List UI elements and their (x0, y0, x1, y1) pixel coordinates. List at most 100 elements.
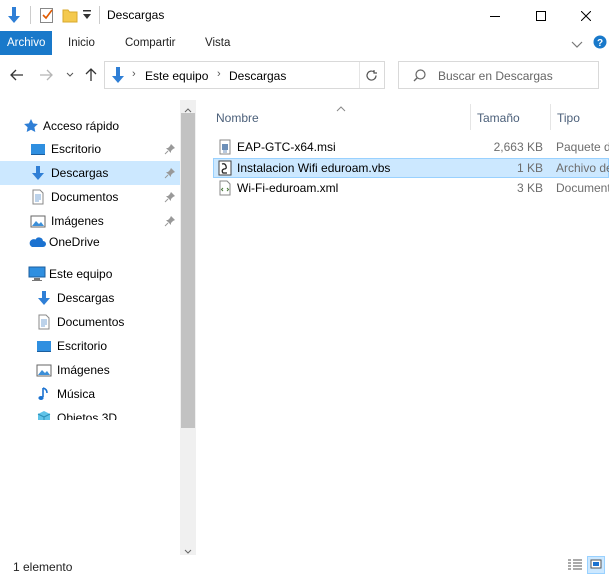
nav-quick-escritorio[interactable]: Escritorio (0, 137, 180, 161)
pin-icon[interactable] (164, 191, 176, 203)
file-name: Wi-Fi-eduroam.xml (237, 181, 339, 195)
expand-ribbon-icon[interactable] (571, 38, 583, 52)
svg-text:?: ? (597, 38, 603, 49)
separator (99, 6, 100, 24)
nav-label: Escritorio (51, 142, 102, 156)
column-header-nombre[interactable]: Nombre (216, 104, 466, 130)
nav-quick-documentos[interactable]: Documentos (0, 185, 180, 209)
navigation-pane: Acceso rápido Escritorio Descargas Docum… (0, 96, 196, 555)
tab-vista[interactable]: Vista (197, 31, 238, 55)
forward-arrow-icon (40, 69, 53, 81)
forward-button[interactable] (38, 67, 54, 83)
nav-quick-descargas[interactable]: Descargas (0, 161, 180, 185)
nav-label: Descargas (51, 166, 109, 180)
file-size: 3 KB (516, 181, 543, 195)
back-arrow-icon (10, 69, 23, 81)
tab-inicio[interactable]: Inicio (60, 31, 103, 55)
file-size: 2,663 KB (493, 140, 543, 154)
new-folder-icon[interactable] (62, 6, 78, 27)
column-divider[interactable] (470, 104, 471, 130)
pictures-icon (30, 213, 46, 229)
refresh-icon (366, 69, 377, 81)
nav-pc-documentos[interactable]: Documentos (0, 310, 180, 334)
search-box[interactable]: Buscar en Descargas (398, 61, 599, 89)
nav-pc-musica[interactable]: Música (0, 382, 180, 406)
nav-label: Imágenes (51, 214, 104, 228)
tab-archivo[interactable]: Archivo (0, 31, 53, 55)
status-bar: 1 elemento (0, 556, 609, 578)
nav-pc-objetos-3d[interactable]: Objetos 3D (0, 406, 180, 420)
minimize-icon (490, 15, 500, 17)
nav-este-equipo[interactable]: Este equipo (0, 262, 180, 286)
download-arrow-icon[interactable] (6, 6, 22, 27)
file-row[interactable]: Wi-Fi-eduroam.xml 3 KB Documento (213, 178, 609, 198)
tab-compartir[interactable]: Compartir (117, 31, 183, 55)
breadcrumb-chevron-icon: › (132, 68, 136, 80)
maximize-button[interactable] (518, 0, 564, 31)
nav-label: Descargas (57, 291, 115, 305)
customize-toolbar-icon[interactable] (82, 9, 92, 24)
desktop-icon (30, 141, 46, 157)
search-placeholder: Buscar en Descargas (438, 69, 553, 83)
nav-pc-imagenes[interactable]: Imágenes (0, 358, 180, 382)
nav-label: OneDrive (49, 235, 100, 249)
recent-locations-button[interactable] (62, 67, 78, 83)
column-divider[interactable] (550, 104, 551, 130)
file-row[interactable]: EAP-GTC-x64.msi 2,663 KB Paquete de (213, 137, 609, 157)
chevron-down-icon (66, 72, 74, 77)
nav-label: Escritorio (57, 339, 108, 353)
downloads-folder-icon (110, 66, 126, 87)
pin-icon[interactable] (164, 143, 176, 155)
column-label: Tamaño (477, 111, 520, 125)
star-icon (23, 118, 39, 134)
ribbon-tabs: Archivo Inicio Compartir Vista ? (0, 31, 609, 55)
column-label: Nombre (216, 111, 259, 125)
pin-icon[interactable] (164, 215, 176, 227)
file-size: 1 KB (516, 161, 543, 175)
address-bar[interactable]: › Este equipo › Descargas (104, 61, 451, 89)
window-title: Descargas (107, 8, 165, 22)
scrollbar-thumb[interactable] (181, 113, 195, 428)
breadcrumb-descargas[interactable]: Descargas (229, 69, 286, 83)
close-button[interactable] (563, 0, 609, 31)
navigation-scrollbar[interactable] (180, 100, 196, 555)
nav-label: Objetos 3D (57, 411, 118, 420)
nav-acceso-rapido[interactable]: Acceso rápido (0, 114, 180, 138)
cloud-icon (28, 234, 46, 250)
up-button[interactable] (83, 67, 99, 83)
large-icons-view-button[interactable] (587, 556, 605, 574)
nav-label: Acceso rápido (43, 119, 120, 133)
separator (30, 6, 31, 24)
close-icon (581, 10, 591, 21)
pictures-icon (36, 362, 52, 378)
details-view-button[interactable] (566, 556, 584, 574)
nav-pc-escritorio[interactable]: Escritorio (0, 334, 180, 358)
xml-file-icon (217, 180, 233, 196)
file-row-selected[interactable]: Instalacion Wifi eduroam.vbs 1 KB Archiv… (213, 158, 609, 178)
properties-icon[interactable] (39, 6, 55, 27)
search-icon (413, 69, 426, 85)
file-type: Archivo de (556, 161, 609, 175)
column-header-tamano[interactable]: Tamaño (477, 104, 549, 130)
column-label: Tipo (557, 111, 580, 125)
breadcrumb-este-equipo[interactable]: Este equipo (145, 69, 208, 83)
nav-label: Documentos (51, 190, 119, 204)
minimize-button[interactable] (472, 0, 518, 31)
help-icon[interactable]: ? (593, 35, 607, 52)
pin-icon[interactable] (164, 167, 176, 179)
cube-3d-icon (36, 410, 52, 420)
desktop-icon (36, 338, 52, 354)
nav-onedrive[interactable]: OneDrive (0, 230, 180, 254)
refresh-button[interactable] (359, 62, 383, 88)
nav-label: Imágenes (57, 363, 110, 377)
large-icons-view-icon (590, 559, 602, 569)
column-header-tipo[interactable]: Tipo (557, 104, 609, 130)
nav-label: Este equipo (49, 267, 113, 281)
download-arrow-icon (30, 165, 46, 181)
item-count: 1 elemento (13, 560, 73, 574)
back-button[interactable] (9, 67, 25, 83)
nav-label: Documentos (57, 315, 125, 329)
download-arrow-icon (36, 290, 52, 306)
breadcrumb-chevron-icon[interactable]: › (217, 68, 221, 80)
nav-pc-descargas[interactable]: Descargas (0, 286, 180, 310)
